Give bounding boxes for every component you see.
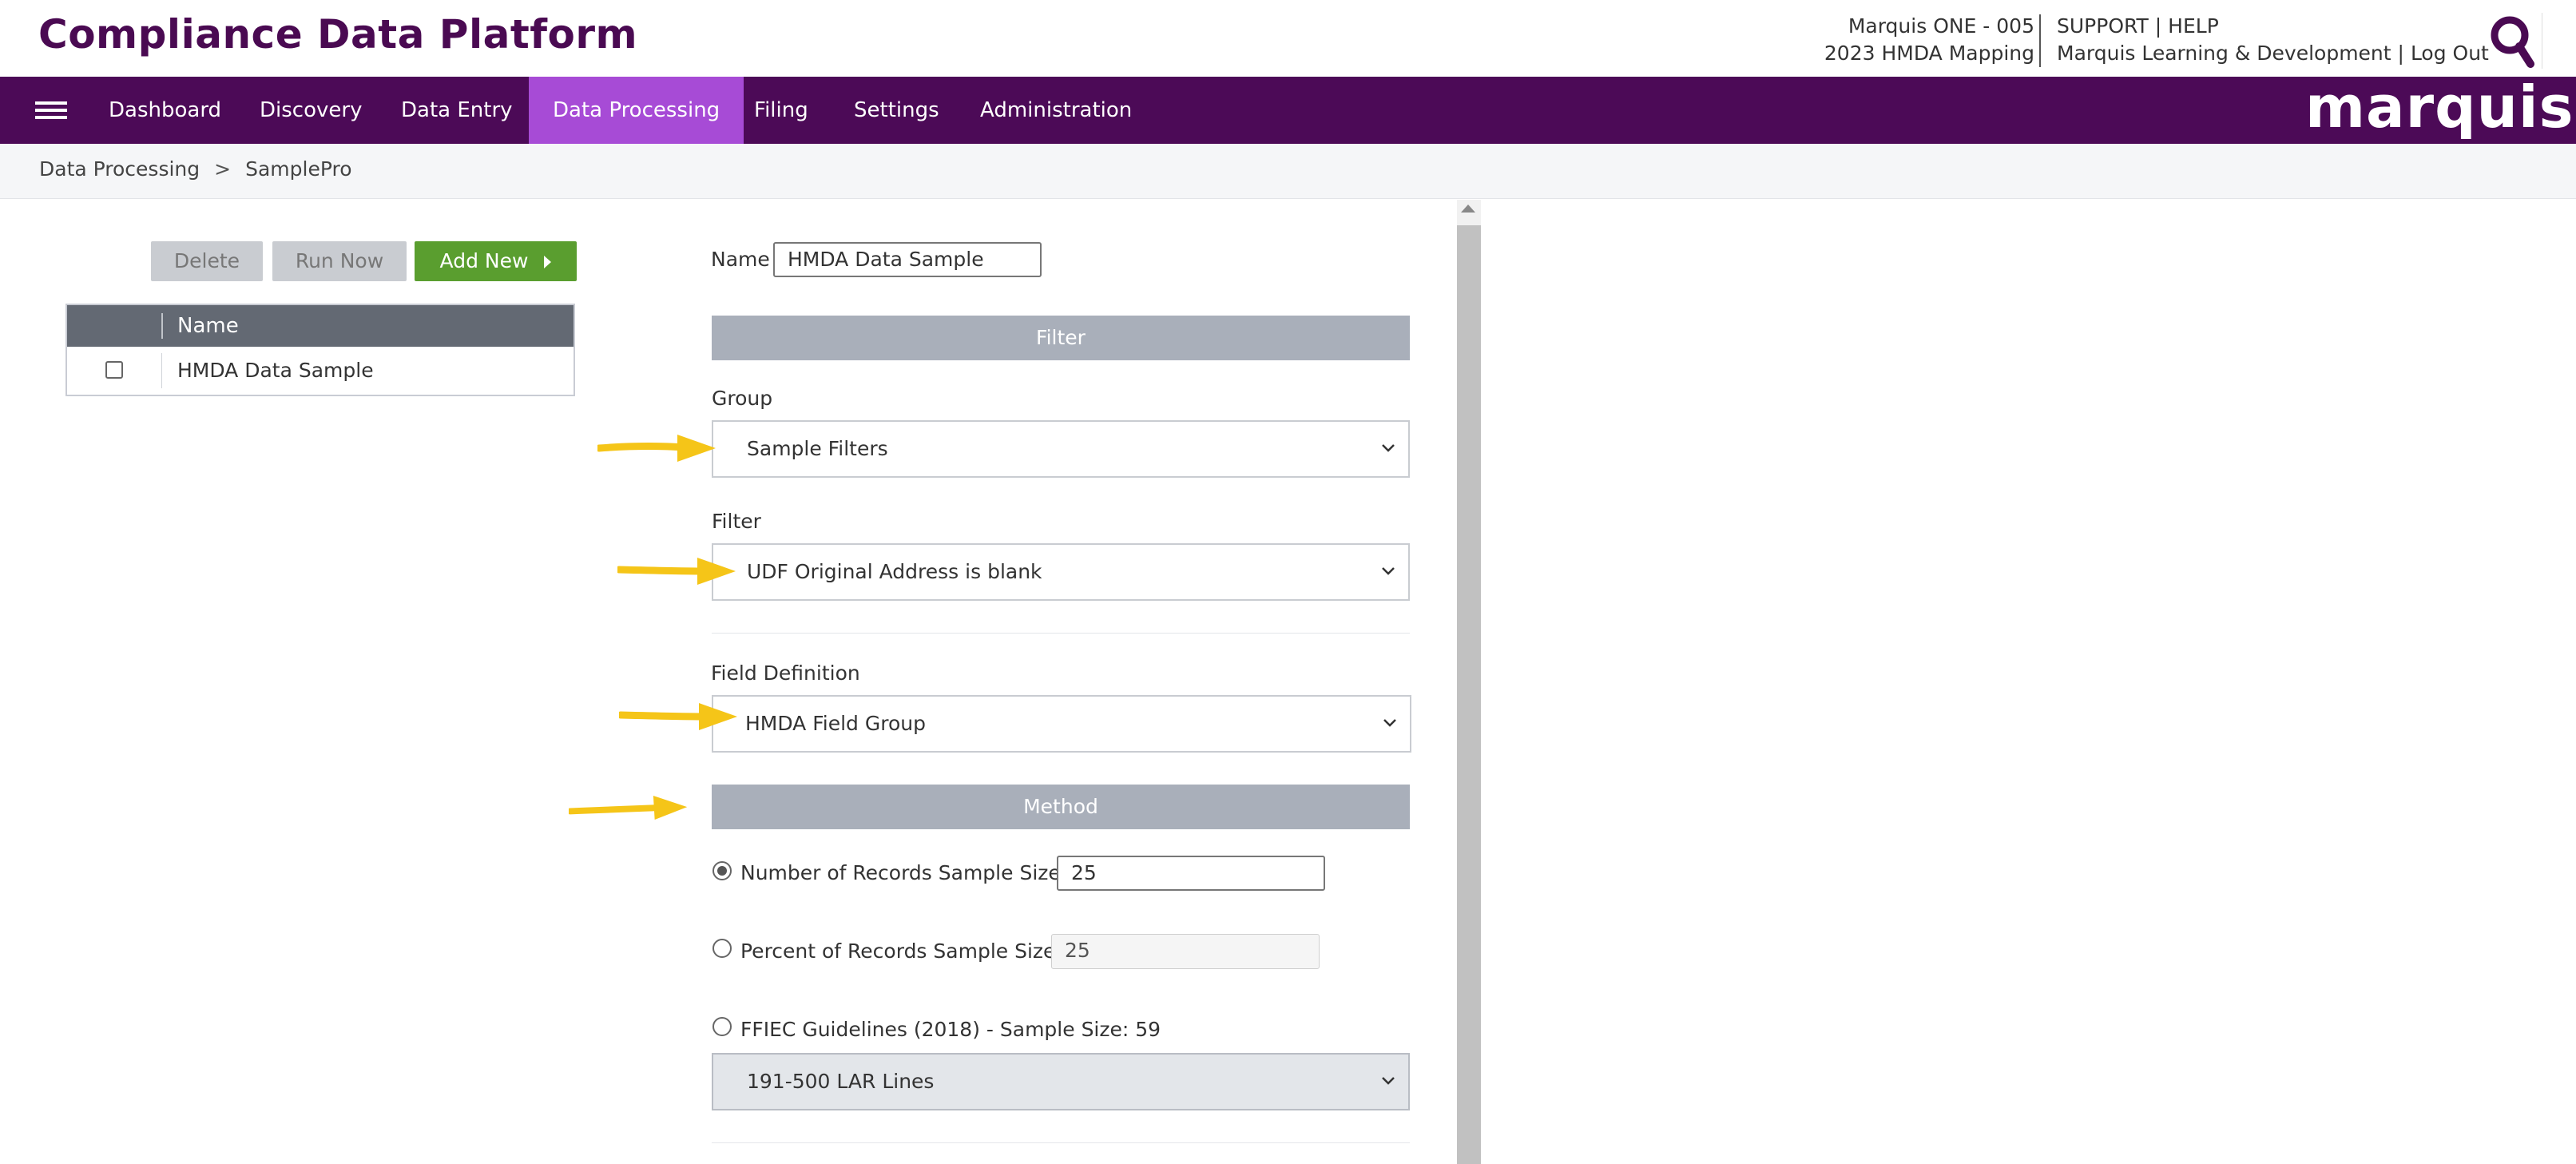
ffiec-guidelines-label: FFIEC Guidelines (2018) - Sample Size: 5…: [740, 1018, 1161, 1041]
filter-select-value: UDF Original Address is blank: [747, 560, 1042, 583]
annotation-arrow-icon: [569, 796, 688, 820]
number-of-records-input[interactable]: 25: [1057, 856, 1325, 891]
group-label: Group: [712, 387, 773, 410]
number-of-records-radio[interactable]: [712, 861, 732, 880]
column-header-name[interactable]: Name: [177, 305, 239, 347]
column-divider: [161, 313, 163, 339]
section-divider: [712, 1142, 1410, 1143]
chevron-down-icon: [1382, 567, 1395, 575]
group-select[interactable]: Sample Filters: [712, 420, 1410, 478]
percent-of-records-input[interactable]: 25: [1051, 934, 1320, 969]
scrollbar-thumb[interactable]: [1457, 225, 1481, 1164]
search-icon[interactable]: [2487, 13, 2535, 70]
caret-right-icon: [544, 256, 552, 268]
percent-of-records-radio[interactable]: [712, 939, 732, 958]
section-divider: [712, 633, 1410, 634]
field-definition-value: HMDA Field Group: [745, 712, 926, 735]
column-divider: [161, 353, 162, 388]
header-links: SUPPORT | HELP Marquis Learning & Develo…: [2057, 13, 2489, 67]
institution-label: Marquis ONE - 005: [1848, 14, 2034, 38]
nav-settings[interactable]: Settings: [830, 77, 963, 144]
row-checkbox[interactable]: [105, 361, 123, 379]
app-header: Compliance Data Platform Marquis ONE - 0…: [0, 0, 2576, 77]
annotation-arrow-icon: [617, 558, 736, 585]
hamburger-menu-icon[interactable]: [35, 97, 67, 123]
project-label: 2023 HMDA Mapping: [1824, 42, 2034, 65]
field-definition-label: Field Definition: [711, 661, 860, 685]
filter-select[interactable]: UDF Original Address is blank: [712, 543, 1410, 601]
header-divider: [2039, 14, 2041, 67]
link-separator: |: [2397, 42, 2404, 65]
list-item-name[interactable]: HMDA Data Sample: [177, 347, 374, 395]
nav-filing[interactable]: Filing: [730, 77, 832, 144]
main-nav: Dashboard Discovery Data Entry Data Proc…: [0, 77, 2576, 144]
group-select-value: Sample Filters: [747, 437, 888, 460]
marquis-logo: marquis: [2305, 73, 2574, 141]
logout-link[interactable]: Log Out: [2411, 42, 2489, 65]
name-label: Name: [711, 248, 770, 271]
support-link[interactable]: SUPPORT: [2057, 14, 2149, 38]
breadcrumb-samplepro: SamplePro: [245, 157, 352, 181]
breadcrumb: Data Processing > SamplePro: [39, 157, 352, 181]
chevron-down-icon: [1382, 1077, 1395, 1085]
add-new-label: Add New: [439, 249, 529, 272]
nav-dashboard[interactable]: Dashboard: [85, 77, 245, 144]
ffiec-lar-lines-select[interactable]: 191-500 LAR Lines: [712, 1053, 1410, 1110]
run-now-button[interactable]: Run Now: [272, 241, 407, 281]
chevron-down-icon: [1382, 444, 1395, 452]
field-definition-select[interactable]: HMDA Field Group: [712, 695, 1411, 753]
ffiec-guidelines-radio[interactable]: [712, 1017, 732, 1036]
chevron-down-icon: [1383, 719, 1396, 727]
filter-label: Filter: [712, 510, 761, 533]
method-section-header: Method: [712, 785, 1410, 829]
annotation-arrow-icon: [619, 703, 737, 730]
breadcrumb-data-processing[interactable]: Data Processing: [39, 157, 200, 181]
link-separator: |: [2154, 14, 2162, 38]
nav-data-processing[interactable]: Data Processing: [529, 77, 744, 144]
breadcrumb-separator: >: [214, 157, 232, 181]
number-of-records-label: Number of Records Sample Size: [740, 861, 1061, 884]
help-link[interactable]: HELP: [2168, 14, 2219, 38]
list-header: Name: [67, 305, 574, 347]
nav-discovery[interactable]: Discovery: [236, 77, 386, 144]
filter-section-header: Filter: [712, 316, 1410, 360]
delete-button[interactable]: Delete: [151, 241, 263, 281]
breadcrumb-bar: Data Processing > SamplePro: [0, 144, 2576, 199]
header-context-info: Marquis ONE - 005 2023 HMDA Mapping: [1824, 13, 2034, 67]
list-item[interactable]: HMDA Data Sample: [67, 347, 574, 395]
add-new-button[interactable]: Add New: [415, 241, 577, 281]
percent-of-records-label: Percent of Records Sample Size: [740, 940, 1056, 963]
ffiec-lar-lines-value: 191-500 LAR Lines: [747, 1070, 935, 1093]
scroll-up-arrow-icon[interactable]: [1461, 205, 1475, 213]
app-title: Compliance Data Platform: [38, 11, 638, 58]
nav-administration[interactable]: Administration: [956, 77, 1156, 144]
annotation-arrow-icon: [597, 435, 716, 462]
samples-list: Name HMDA Data Sample: [65, 304, 575, 396]
org-name: Marquis Learning & Development: [2057, 42, 2391, 65]
name-input[interactable]: HMDA Data Sample: [773, 242, 1042, 277]
nav-data-entry[interactable]: Data Entry: [377, 77, 537, 144]
